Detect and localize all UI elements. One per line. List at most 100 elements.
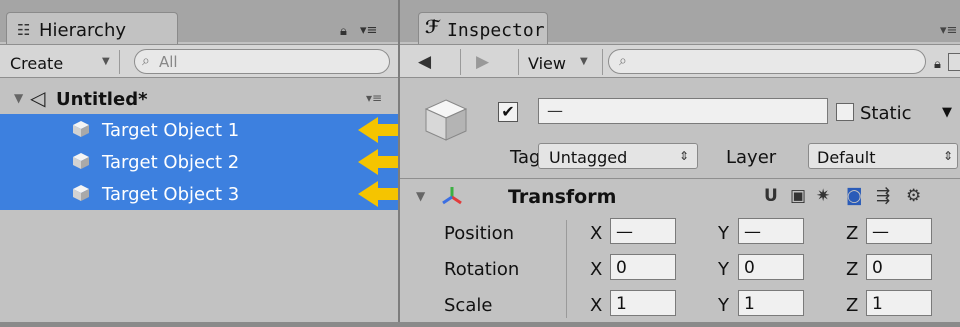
field-value: 1: [872, 294, 883, 314]
scene-name: Untitled*: [56, 89, 148, 110]
layer-label: Layer: [726, 147, 777, 168]
foldout-arrow-icon[interactable]: ▼: [416, 189, 425, 203]
search-icon: ⌕: [619, 53, 627, 69]
object-label: Target Object 3: [102, 184, 240, 205]
inspector-search-input[interactable]: ⌕: [608, 49, 926, 74]
cube-icon: [73, 185, 89, 201]
scene-row[interactable]: ▼ ◁ Untitled* ▾≡: [0, 82, 398, 114]
position-x-field[interactable]: —: [610, 218, 676, 244]
create-button[interactable]: Create ▼: [8, 50, 120, 74]
toolbar-divider: [602, 49, 603, 75]
inspector-panel: ℱ Inspector ▾≡ ◀ ▶ View ▼ ⌕ 🔒︎ ✔ — Stati…: [400, 0, 960, 327]
layout-icon[interactable]: [948, 53, 960, 71]
panel-menu-icon[interactable]: ▾≡: [940, 23, 957, 38]
static-label: Static: [860, 103, 912, 124]
field-value: —: [616, 222, 633, 242]
inspector-icon: ℱ: [425, 17, 440, 38]
view-dropdown[interactable]: View ▼: [524, 49, 604, 75]
foldout-arrow-icon[interactable]: ▼: [14, 91, 23, 105]
tag-value: Untagged: [549, 148, 628, 167]
back-arrow-icon[interactable]: ◀: [418, 52, 431, 72]
hierarchy-tab-bar: ☷ Hierarchy 🔒︎ ▾≡: [0, 0, 398, 44]
rotation-label: Rotation: [444, 259, 520, 280]
field-value: 1: [744, 294, 755, 314]
create-button-label: Create: [10, 54, 64, 73]
transform-title: Transform: [508, 186, 617, 208]
position-y-field[interactable]: —: [738, 218, 804, 244]
tab-hierarchy[interactable]: ☷ Hierarchy: [6, 12, 178, 44]
axis-x-label: X: [590, 295, 603, 316]
scene-menu-icon[interactable]: ▾≡: [366, 91, 382, 105]
axis-y-label: Y: [718, 223, 729, 244]
rotation-z-field[interactable]: 0: [866, 254, 932, 280]
axis-z-label: Z: [846, 295, 859, 316]
tag-dropdown[interactable]: Untagged ⇕: [538, 143, 698, 169]
axis-z-label: Z: [846, 259, 859, 280]
scale-x-field[interactable]: 1: [610, 290, 676, 316]
transform-axes-icon: [442, 187, 462, 205]
updown-arrow-icon: ⇕: [943, 149, 954, 163]
section-divider: [400, 178, 960, 179]
static-dropdown-icon[interactable]: ▼: [942, 105, 952, 120]
view-label: View: [528, 54, 566, 73]
axis-x-label: X: [590, 223, 603, 244]
object-name-value: —: [547, 101, 563, 120]
inspector-toolbar: ◀ ▶ View ▼ ⌕ 🔒︎: [400, 44, 960, 78]
rotation-y-field[interactable]: 0: [738, 254, 804, 280]
axis-z-label: Z: [846, 223, 859, 244]
scale-z-field[interactable]: 1: [866, 290, 932, 316]
tab-inspector-label: Inspector: [447, 20, 545, 41]
list-item[interactable]: Target Object 1: [0, 114, 420, 146]
scale-label: Scale: [444, 295, 493, 316]
rotation-x-field[interactable]: 0: [610, 254, 676, 280]
lock-icon[interactable]: 🔒︎: [934, 57, 941, 72]
object-name-field[interactable]: —: [538, 98, 828, 124]
axis-y-label: Y: [718, 259, 729, 280]
updown-arrow-icon: ⇕: [679, 149, 690, 163]
list-icon: ☷: [17, 21, 31, 39]
gear-icon[interactable]: ⚙: [906, 186, 921, 206]
static-checkbox[interactable]: [836, 103, 854, 121]
dropdown-arrow-icon: ▼: [580, 56, 588, 67]
list-item[interactable]: Target Object 2: [0, 146, 420, 178]
hierarchy-panel: ☷ Hierarchy 🔒︎ ▾≡ Create ▼ ⌕ All ▼ ◁ Unt…: [0, 0, 420, 327]
layer-dropdown[interactable]: Default ⇕: [808, 143, 958, 169]
script-gear-icon[interactable]: ✷: [816, 186, 830, 206]
dropdown-arrow-icon: ▼: [102, 56, 110, 67]
help-book-icon[interactable]: ◙: [846, 186, 863, 206]
unity-scene-icon: ◁: [30, 86, 46, 110]
window-bottom-edge: [0, 322, 960, 327]
prefab-icon[interactable]: ▣: [790, 186, 806, 206]
search-icon: ⌕: [142, 53, 150, 69]
field-value: 0: [616, 258, 627, 278]
tab-inspector[interactable]: ℱ Inspector: [418, 12, 548, 44]
toolbar-divider: [518, 49, 519, 75]
cube-icon: [73, 153, 89, 169]
hierarchy-search-input[interactable]: ⌕ All: [134, 49, 390, 74]
tag-label: Tag: [510, 147, 541, 168]
active-checkbox[interactable]: ✔: [498, 102, 518, 122]
layer-value: Default: [817, 148, 876, 167]
field-value: —: [744, 222, 761, 242]
field-value: 0: [744, 258, 755, 278]
label-column-divider: [566, 220, 567, 318]
forward-arrow-icon[interactable]: ▶: [476, 52, 489, 72]
inspector-tab-bar: ℱ Inspector ▾≡: [400, 0, 960, 44]
field-value: 0: [872, 258, 883, 278]
object-label: Target Object 1: [102, 120, 240, 141]
position-label: Position: [444, 223, 515, 244]
gameobject-cube-icon: [424, 99, 468, 141]
transform-header[interactable]: ▼ Transform U ▣ ✷ ◙ ⇶ ⚙: [400, 180, 960, 212]
panel-menu-icon[interactable]: ▾≡: [360, 23, 377, 38]
position-z-field[interactable]: —: [866, 218, 932, 244]
object-label: Target Object 2: [102, 152, 240, 173]
scale-y-field[interactable]: 1: [738, 290, 804, 316]
toolbar-divider: [460, 49, 461, 75]
preset-icon[interactable]: ⇶: [876, 186, 890, 206]
magnet-icon[interactable]: U: [764, 186, 778, 206]
lock-icon[interactable]: 🔒︎: [340, 24, 347, 39]
tab-hierarchy-label: Hierarchy: [39, 20, 127, 41]
search-placeholder: All: [159, 53, 178, 71]
list-item[interactable]: Target Object 3: [0, 178, 420, 210]
axis-y-label: Y: [718, 295, 729, 316]
